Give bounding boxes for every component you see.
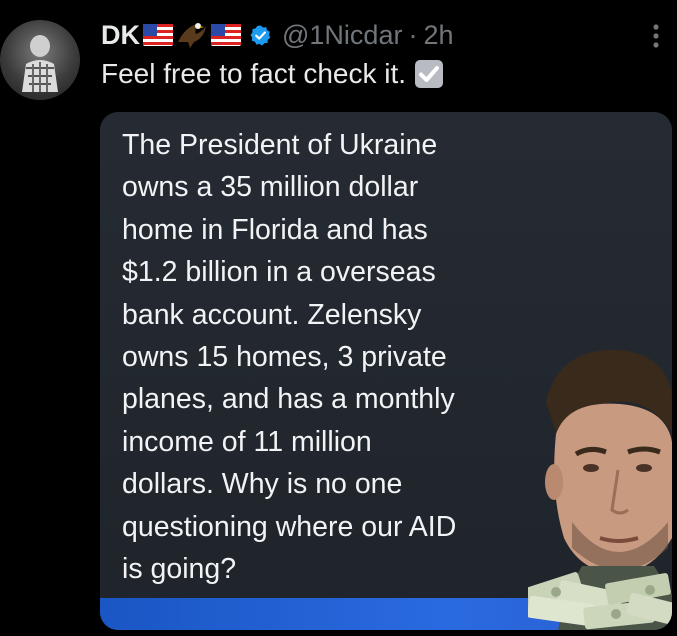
tweet-media-image[interactable]: The President of Ukraine owns a 35 milli… — [100, 112, 672, 630]
avatar-figure-icon — [22, 35, 58, 92]
person-photo-illustration — [528, 349, 672, 630]
meme-text-block: The President of Ukraine owns a 35 milli… — [122, 124, 552, 590]
flag-us-icon — [143, 24, 173, 46]
author-avatar[interactable] — [0, 20, 80, 100]
verified-badge-icon — [250, 24, 271, 46]
eagle-icon — [176, 20, 208, 50]
meme-line: owns a 35 million dollar — [122, 171, 419, 204]
author-name[interactable]: DK — [101, 20, 140, 51]
author-handle[interactable]: @1Nicdar — [282, 20, 402, 51]
more-options-icon[interactable] — [648, 22, 664, 50]
meme-line: dollars. Why is no one — [122, 468, 403, 501]
meme-line: is going? — [122, 553, 237, 586]
meme-line: bank account. Zelensky — [122, 298, 422, 331]
separator-dot: · — [408, 19, 418, 50]
tweet-header: DK @1Nicdar · 2h — [101, 16, 454, 54]
meme-line: home in Florida and has — [122, 213, 428, 246]
tweet-time[interactable]: 2h — [423, 20, 453, 51]
tweet-text-content: Feel free to fact check it. — [101, 58, 407, 89]
check-mark-button-icon — [415, 60, 444, 88]
meme-line: planes, and has a monthly — [122, 383, 455, 416]
meme-line: $1.2 billion in a overseas — [122, 256, 436, 289]
tweet-text: Feel free to fact check it. — [101, 55, 444, 93]
flag-us-icon — [211, 24, 241, 46]
meme-line: The President of Ukraine — [122, 129, 438, 161]
meme-line: owns 15 homes, 3 private — [122, 341, 447, 374]
meme-line: questioning where our AID — [122, 510, 457, 543]
meme-line: income of 11 million — [122, 425, 372, 458]
